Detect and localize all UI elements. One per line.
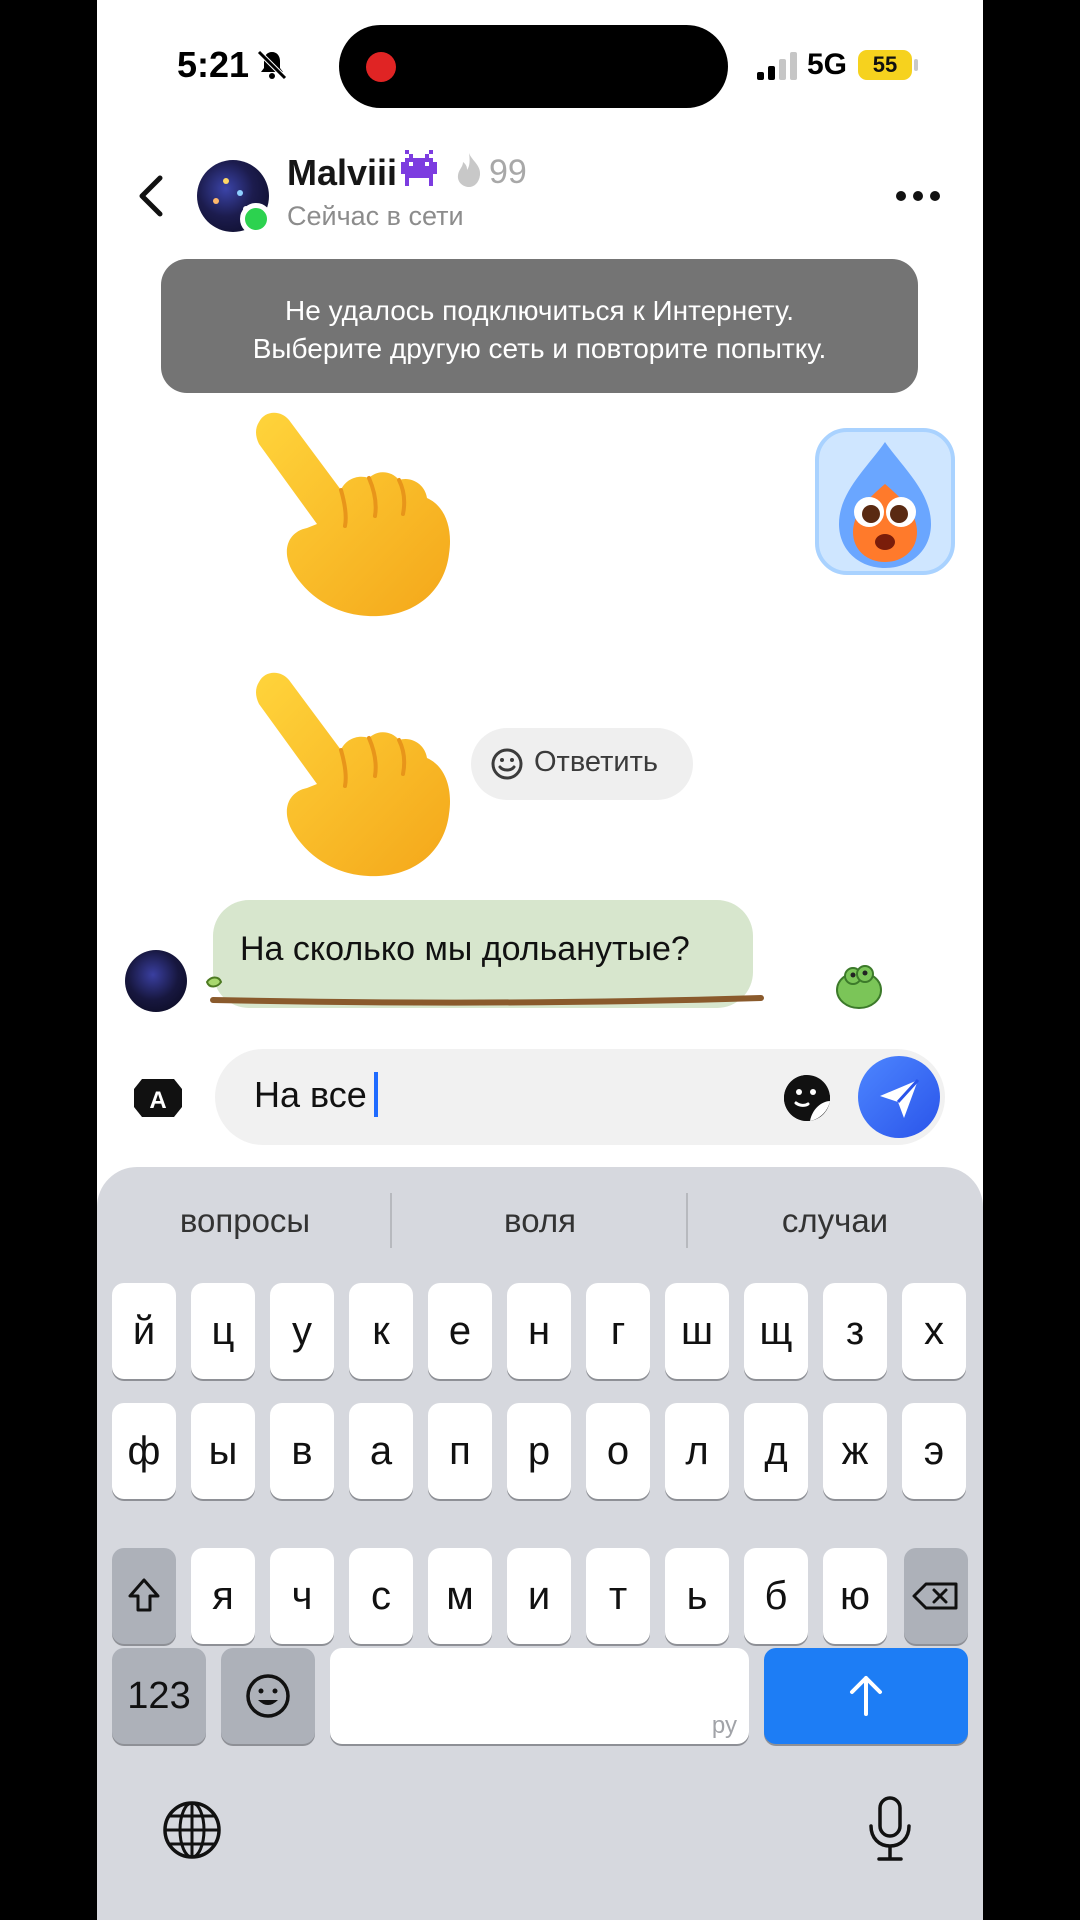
- bell-muted-icon: [257, 50, 287, 80]
- key-11[interactable]: х: [902, 1283, 966, 1379]
- chat-screen: 5:21 5G 55 Malviii 99 Сейчас в сети Не у…: [97, 0, 983, 1920]
- recording-indicator: [366, 52, 396, 82]
- space-key[interactable]: ру: [330, 1648, 749, 1744]
- network-type: 5G: [807, 48, 848, 81]
- key-3[interactable]: у: [270, 1283, 334, 1379]
- online-status: Сейчас в сети: [287, 201, 464, 231]
- suggestion-3[interactable]: случаи: [717, 1202, 953, 1240]
- key-2[interactable]: ч: [270, 1548, 334, 1644]
- toast-line-1: Не удалось подключиться к Интернету.: [285, 295, 794, 326]
- pointing-hand-sticker[interactable]: [245, 402, 455, 622]
- toast-line-2: Выберите другую сеть и повторите попытку…: [252, 333, 827, 364]
- battery-cap: [914, 59, 918, 71]
- key-1[interactable]: й: [112, 1283, 176, 1379]
- key-1[interactable]: ф: [112, 1403, 176, 1499]
- suggestion-divider: [686, 1193, 688, 1248]
- key-7[interactable]: ь: [665, 1548, 729, 1644]
- key-10[interactable]: з: [823, 1283, 887, 1379]
- system-keyboard: [97, 1167, 983, 1920]
- send-icon: [880, 1078, 920, 1118]
- key-11[interactable]: э: [902, 1403, 966, 1499]
- suggestion-divider: [390, 1193, 392, 1248]
- signal-icon: [757, 52, 797, 80]
- sender-avatar[interactable]: [125, 950, 187, 1012]
- more-icon[interactable]: [896, 183, 940, 209]
- key-3[interactable]: в: [270, 1403, 334, 1499]
- crying-drop-sticker[interactable]: [811, 424, 959, 579]
- smile-icon: [491, 748, 523, 780]
- backspace-key[interactable]: [904, 1548, 968, 1644]
- key-7[interactable]: г: [586, 1283, 650, 1379]
- key-10[interactable]: ж: [823, 1403, 887, 1499]
- shift-icon: [128, 1578, 160, 1612]
- network-error-toast: Не удалось подключиться к Интернету. Выб…: [161, 259, 918, 393]
- key-8[interactable]: ш: [665, 1283, 729, 1379]
- keyboard-switch-icon[interactable]: A: [132, 1077, 184, 1119]
- message-text: На сколько мы дольанутые?: [240, 930, 690, 968]
- flame-icon: [457, 153, 481, 187]
- backspace-icon: [912, 1582, 958, 1610]
- key-5[interactable]: п: [428, 1403, 492, 1499]
- key-6[interactable]: р: [507, 1403, 571, 1499]
- svg-text:A: A: [149, 1087, 166, 1114]
- text-caret: [374, 1072, 378, 1117]
- shift-key[interactable]: [112, 1548, 176, 1644]
- numbers-key[interactable]: 123: [112, 1648, 206, 1744]
- key-9[interactable]: щ: [744, 1283, 808, 1379]
- message-input-text[interactable]: На все: [254, 1074, 367, 1116]
- key-7[interactable]: о: [586, 1403, 650, 1499]
- language-hint: ру: [711, 1712, 737, 1739]
- alien-icon: [401, 150, 437, 186]
- streak-count: 99: [489, 153, 527, 191]
- reply-label[interactable]: Ответить: [534, 746, 658, 779]
- send-button[interactable]: [858, 1056, 940, 1138]
- key-9[interactable]: д: [744, 1403, 808, 1499]
- key-9[interactable]: ю: [823, 1548, 887, 1644]
- key-8[interactable]: б: [744, 1548, 808, 1644]
- key-6[interactable]: н: [507, 1283, 571, 1379]
- battery-level: 55: [858, 50, 912, 80]
- emoji-icon: [246, 1674, 290, 1718]
- key-1[interactable]: я: [191, 1548, 255, 1644]
- suggestion-2[interactable]: воля: [421, 1202, 659, 1240]
- emoji-key[interactable]: [221, 1648, 315, 1744]
- key-6[interactable]: т: [586, 1548, 650, 1644]
- sticker-icon[interactable]: [782, 1073, 832, 1123]
- back-icon[interactable]: [132, 172, 172, 220]
- key-5[interactable]: е: [428, 1283, 492, 1379]
- key-8[interactable]: л: [665, 1403, 729, 1499]
- key-2[interactable]: ц: [191, 1283, 255, 1379]
- key-4[interactable]: а: [349, 1403, 413, 1499]
- suggestion-1[interactable]: вопросы: [127, 1202, 363, 1240]
- globe-icon[interactable]: [160, 1798, 224, 1862]
- pointing-hand-sticker[interactable]: [245, 662, 455, 882]
- key-4[interactable]: к: [349, 1283, 413, 1379]
- key-3[interactable]: с: [349, 1548, 413, 1644]
- key-5[interactable]: и: [507, 1548, 571, 1644]
- return-icon: [850, 1676, 882, 1716]
- dynamic-island: [339, 25, 728, 108]
- status-time: 5:21: [177, 44, 250, 85]
- key-4[interactable]: м: [428, 1548, 492, 1644]
- return-key[interactable]: [764, 1648, 968, 1744]
- key-2[interactable]: ы: [191, 1403, 255, 1499]
- contact-name[interactable]: Malviii: [287, 152, 397, 194]
- online-indicator: [240, 203, 272, 235]
- microphone-icon[interactable]: [865, 1794, 915, 1864]
